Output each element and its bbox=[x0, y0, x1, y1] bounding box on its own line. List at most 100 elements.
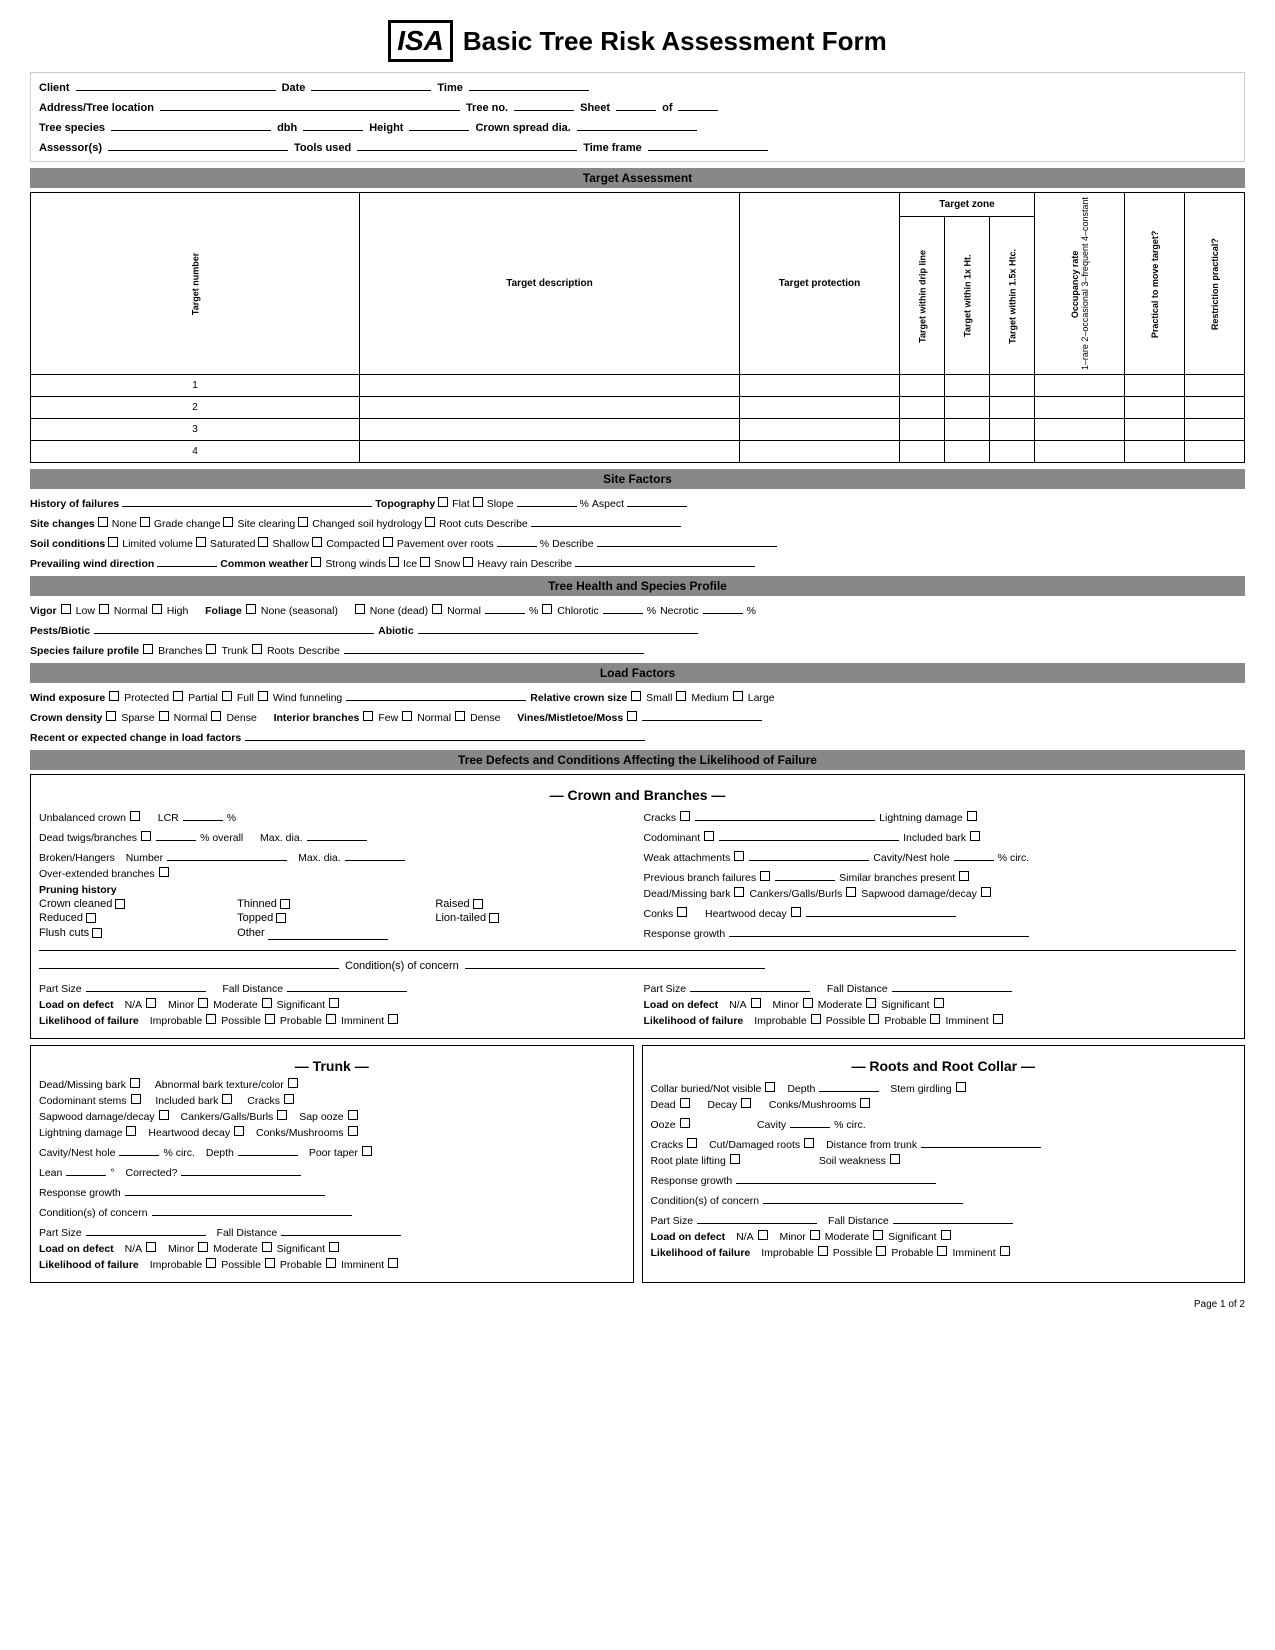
shallow-checkbox[interactable] bbox=[258, 537, 268, 547]
similar-branches-checkbox[interactable] bbox=[959, 871, 969, 881]
weak-attachments-checkbox[interactable] bbox=[734, 851, 744, 861]
over-extended-checkbox[interactable] bbox=[159, 867, 169, 877]
roots-stem-girdling-checkbox[interactable] bbox=[956, 1082, 966, 1092]
roots-plate-checkbox[interactable] bbox=[730, 1154, 740, 1164]
roots-checkbox[interactable] bbox=[252, 644, 262, 654]
previous-branch-value[interactable] bbox=[775, 867, 835, 881]
tree-no-value[interactable] bbox=[514, 97, 574, 111]
roots-possible-checkbox[interactable] bbox=[876, 1246, 886, 1256]
weak-attachments-value[interactable] bbox=[749, 847, 869, 861]
trunk-abnormal-bark-checkbox[interactable] bbox=[288, 1078, 298, 1088]
roots-fall-distance-value[interactable] bbox=[893, 1210, 1013, 1224]
species-desc[interactable] bbox=[344, 640, 644, 654]
roots-cracks-checkbox[interactable] bbox=[687, 1138, 697, 1148]
imminent-right-checkbox[interactable] bbox=[993, 1014, 1003, 1024]
soil-pct-value[interactable] bbox=[497, 533, 537, 547]
trunk-probable-checkbox[interactable] bbox=[326, 1258, 336, 1268]
significant-left-checkbox[interactable] bbox=[329, 998, 339, 1008]
chlorotic-pct-value[interactable] bbox=[603, 600, 643, 614]
trunk-na-checkbox[interactable] bbox=[146, 1242, 156, 1252]
trunk-significant-checkbox[interactable] bbox=[329, 1242, 339, 1252]
trunk-part-size-value[interactable] bbox=[86, 1222, 206, 1236]
small-checkbox[interactable] bbox=[631, 691, 641, 701]
trunk-depth-value[interactable] bbox=[238, 1142, 298, 1156]
wind-direction-value[interactable] bbox=[157, 553, 217, 567]
part-size-left-value[interactable] bbox=[86, 978, 206, 992]
codominant-checkbox[interactable] bbox=[704, 831, 714, 841]
flush-cuts-checkbox[interactable] bbox=[92, 928, 102, 938]
full-checkbox[interactable] bbox=[222, 691, 232, 701]
possible-right-checkbox[interactable] bbox=[869, 1014, 879, 1024]
medium-checkbox[interactable] bbox=[676, 691, 686, 701]
crown-spread-value[interactable] bbox=[577, 117, 697, 131]
max-dia1-value[interactable] bbox=[307, 827, 367, 841]
table-row[interactable]: 4 bbox=[31, 441, 1245, 463]
trunk-possible-checkbox[interactable] bbox=[265, 1258, 275, 1268]
trunk-dead-bark-checkbox[interactable] bbox=[130, 1078, 140, 1088]
heartwood-value[interactable] bbox=[806, 903, 956, 917]
table-row[interactable]: 3 bbox=[31, 419, 1245, 441]
trunk-heartwood-checkbox[interactable] bbox=[234, 1126, 244, 1136]
normal-pct-value[interactable] bbox=[485, 600, 525, 614]
trunk-improbable-checkbox[interactable] bbox=[206, 1258, 216, 1268]
site-clearing-checkbox[interactable] bbox=[223, 517, 233, 527]
topped-checkbox[interactable] bbox=[276, 913, 286, 923]
roots-moderate-checkbox[interactable] bbox=[873, 1230, 883, 1240]
dead-twigs-pct[interactable] bbox=[156, 827, 196, 841]
flat-checkbox[interactable] bbox=[438, 497, 448, 507]
na-left-checkbox[interactable] bbox=[146, 998, 156, 1008]
foliage-none-checkbox[interactable] bbox=[355, 604, 365, 614]
dense-checkbox[interactable] bbox=[211, 711, 221, 721]
dead-twigs-checkbox[interactable] bbox=[141, 831, 151, 841]
possible-left-checkbox[interactable] bbox=[265, 1014, 275, 1024]
roots-distance-value[interactable] bbox=[921, 1134, 1041, 1148]
fall-distance-right-value[interactable] bbox=[892, 978, 1012, 992]
roots-improbable-checkbox[interactable] bbox=[818, 1246, 828, 1256]
conks-checkbox[interactable] bbox=[677, 907, 687, 917]
site-changes-desc[interactable] bbox=[531, 513, 681, 527]
table-row[interactable]: 2 bbox=[31, 397, 1245, 419]
moderate-right-checkbox[interactable] bbox=[866, 998, 876, 1008]
roots-probable-checkbox[interactable] bbox=[937, 1246, 947, 1256]
slope-checkbox[interactable] bbox=[473, 497, 483, 507]
cracks-value[interactable] bbox=[695, 807, 875, 821]
trunk-poor-taper-checkbox[interactable] bbox=[362, 1146, 372, 1156]
limited-volume-checkbox[interactable] bbox=[108, 537, 118, 547]
pests-value[interactable] bbox=[94, 620, 374, 634]
trunk-minor-checkbox[interactable] bbox=[198, 1242, 208, 1252]
roots-significant-checkbox[interactable] bbox=[941, 1230, 951, 1240]
trunk-cavity-pct[interactable] bbox=[119, 1142, 159, 1156]
roots-cavity-pct[interactable] bbox=[790, 1114, 830, 1128]
sapwood-checkbox[interactable] bbox=[981, 887, 991, 897]
trunk-codominant-checkbox[interactable] bbox=[131, 1094, 141, 1104]
minor-right-checkbox[interactable] bbox=[803, 998, 813, 1008]
probable-left-checkbox[interactable] bbox=[326, 1014, 336, 1024]
roots-soil-weakness-checkbox[interactable] bbox=[890, 1154, 900, 1164]
roots-na-checkbox[interactable] bbox=[758, 1230, 768, 1240]
vigor-low-checkbox[interactable] bbox=[61, 604, 71, 614]
soil-desc[interactable] bbox=[597, 533, 777, 547]
compacted-checkbox[interactable] bbox=[312, 537, 322, 547]
of-value[interactable] bbox=[678, 97, 718, 111]
trunk-moderate-checkbox[interactable] bbox=[262, 1242, 272, 1252]
improbable-left-checkbox[interactable] bbox=[206, 1014, 216, 1024]
moderate-left-checkbox[interactable] bbox=[262, 998, 272, 1008]
conditions-right-value[interactable] bbox=[465, 955, 765, 969]
cankers-checkbox[interactable] bbox=[846, 887, 856, 897]
abiotic-value[interactable] bbox=[418, 620, 698, 634]
cracks-checkbox[interactable] bbox=[680, 811, 690, 821]
included-bark-checkbox[interactable] bbox=[970, 831, 980, 841]
tree-species-value[interactable] bbox=[111, 117, 271, 131]
lcr-value[interactable] bbox=[183, 807, 223, 821]
aspect-value[interactable] bbox=[627, 493, 687, 507]
lightning-checkbox[interactable] bbox=[967, 811, 977, 821]
roots-decay-checkbox[interactable] bbox=[741, 1098, 751, 1108]
necrotic-pct-value[interactable] bbox=[703, 600, 743, 614]
trunk-included-bark-checkbox[interactable] bbox=[222, 1094, 232, 1104]
minor-left-checkbox[interactable] bbox=[198, 998, 208, 1008]
significant-right-checkbox[interactable] bbox=[934, 998, 944, 1008]
vigor-normal-checkbox[interactable] bbox=[99, 604, 109, 614]
response-growth-value[interactable] bbox=[729, 923, 1029, 937]
saturated-checkbox[interactable] bbox=[196, 537, 206, 547]
client-value[interactable] bbox=[76, 77, 276, 91]
